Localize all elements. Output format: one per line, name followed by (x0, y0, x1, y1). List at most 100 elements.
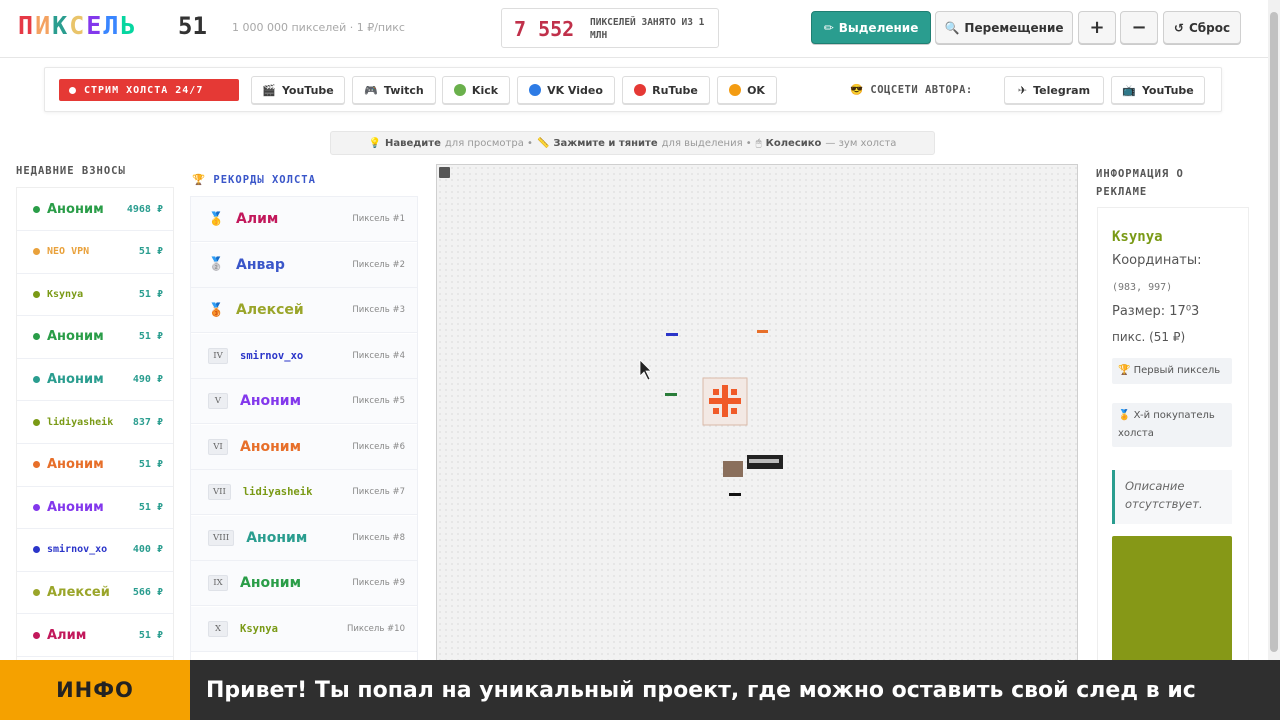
author-socials-label: 😎 СОЦСЕТИ АВТОРА: (850, 83, 973, 96)
record-row[interactable]: 🥈 Анвар Пиксель #2 (191, 242, 417, 288)
recent-donation-row[interactable]: smirnov_xo 400 ₽ (17, 529, 173, 572)
live-dot-icon (69, 86, 76, 94)
zoom-out-button[interactable]: − (1120, 11, 1158, 44)
donation-amount: 51 ₽ (138, 501, 163, 513)
face-icon: 😎 (850, 84, 864, 96)
logo-letter: Ь (120, 11, 138, 40)
reset-label: Сброс (1188, 20, 1231, 35)
record-name: Аноним (240, 438, 302, 455)
record-row[interactable]: VIII Аноним Пиксель #8 (191, 515, 417, 561)
record-name: Алексей (236, 302, 304, 318)
logo-letter: Л (103, 11, 121, 40)
donor-name: Аноним (47, 329, 104, 345)
ad-size-label: Размер: 17⁰3 (1112, 304, 1200, 319)
recent-title: НЕДАВНИЕ ВЗНОСЫ (16, 165, 126, 177)
scrollbar-thumb[interactable] (1270, 12, 1278, 652)
donation-amount: 837 ₽ (132, 416, 163, 428)
stream-kick-label: Kick (471, 83, 499, 97)
stream-kick-button[interactable]: Kick (442, 76, 510, 104)
donation-amount: 51 ₽ (138, 629, 163, 641)
donor-dot-icon (33, 588, 40, 596)
pixel-art-photo (723, 461, 743, 477)
move-tool-label: Перемещение (964, 20, 1064, 35)
pixel-art-text-light (749, 459, 779, 463)
stream-youtube-button[interactable]: 🎬 YouTube (251, 76, 345, 104)
canvas-pixels (639, 330, 783, 496)
record-pixel-label: Пиксель #1 (352, 214, 405, 224)
trophy-icon: 🏆 (192, 174, 207, 186)
reset-button[interactable]: ↺ Сброс (1163, 11, 1241, 44)
donor-name: Аноним (47, 371, 104, 387)
donor-dot-icon (33, 375, 40, 383)
logo-letter: И (35, 11, 53, 40)
bulb-icon: 💡 (368, 137, 381, 149)
buyer-badge: 🏅 X-й покупатель холста (1112, 403, 1232, 447)
logo[interactable]: ПИКСЕЛЬ (18, 11, 137, 40)
recent-donation-row[interactable]: NEO VPN 51 ₽ (17, 231, 173, 274)
record-row[interactable]: VI Аноним Пиксель #6 (191, 424, 417, 470)
donor-name: Алим (47, 627, 87, 643)
hint-wheel-bold: Колесико (765, 137, 822, 149)
record-name: Алим (236, 211, 279, 227)
recent-donation-row[interactable]: Аноним 51 ₽ (17, 316, 173, 359)
live-stream-button[interactable]: СТРИМ ХОЛСТА 24/7 (59, 79, 239, 101)
record-row[interactable]: V Аноним Пиксель #5 (191, 379, 417, 424)
stream-rutube-button[interactable]: RuTube (622, 76, 710, 104)
author-socials-text: СОЦСЕТИ АВТОРА: (870, 84, 973, 96)
record-row[interactable]: IX Аноним Пиксель #9 (191, 561, 417, 606)
kick-dot-icon (453, 84, 466, 96)
recent-donation-row[interactable]: Аноним 4968 ₽ (17, 188, 173, 231)
zoom-in-button[interactable]: + (1078, 11, 1116, 44)
donor-dot-icon (33, 546, 40, 554)
stream-rutube-label: RuTube (652, 83, 698, 97)
donation-amount: 51 ₽ (138, 288, 163, 300)
stream-twitch-button[interactable]: 🎮 Twitch (352, 76, 436, 104)
cursor-icon (639, 359, 652, 381)
donation-amount: 566 ₽ (132, 586, 163, 598)
ad-size-value: пикс. (51 ₽) (1112, 330, 1186, 344)
hint-drag-text: для выделения • (661, 137, 752, 149)
record-rank: V (208, 393, 228, 409)
recent-donation-row[interactable]: Аноним 51 ₽ (17, 486, 173, 530)
record-row[interactable]: 🥇 Алим Пиксель #1 (191, 197, 417, 242)
record-rank: VII (208, 484, 231, 500)
stream-ok-button[interactable]: OK (717, 76, 777, 104)
stream-vk-button[interactable]: VK Video (517, 76, 615, 104)
author-youtube-button[interactable]: 📺 YouTube (1111, 76, 1205, 104)
live-stream-label: СТРИМ ХОЛСТА 24/7 (84, 84, 204, 96)
select-tool-button[interactable]: ✏ Выделение (811, 11, 931, 44)
logo-letter: П (18, 11, 36, 40)
record-rank: VI (208, 438, 228, 455)
ad-coords-label: Координаты: (1112, 253, 1202, 268)
streams-bar: СТРИМ ХОЛСТА 24/7 🎬 YouTube 🎮 Twitch Kic… (44, 67, 1222, 112)
recent-donation-row[interactable]: Алим 51 ₽ (17, 614, 173, 657)
pixel-art-asterisk (709, 385, 741, 417)
author-youtube-label: YouTube (1141, 83, 1194, 97)
page-scrollbar[interactable] (1268, 0, 1280, 660)
donor-name: Аноним (47, 201, 104, 217)
donor-dot-icon (33, 205, 40, 213)
record-row[interactable]: 🥉 Алексей Пиксель #3 (191, 288, 417, 333)
stream-twitch-label: Twitch (383, 83, 424, 97)
recent-donation-row[interactable]: lidiyasheik 837 ₽ (17, 401, 173, 444)
recent-donation-row[interactable]: Алексей 566 ₽ (17, 571, 173, 615)
header: ПИКСЕЛЬ 51 1 000 000 пикселей · 1 ₽/пикс… (0, 0, 1280, 58)
pixel-mark-blue (666, 333, 678, 336)
recent-donation-row[interactable]: Ksynya 51 ₽ (17, 273, 173, 317)
records-list: 🥇 Алим Пиксель #1 🥈 Анвар Пиксель #2 🥉 Алексей П… (190, 196, 418, 666)
move-tool-button[interactable]: 🔍 Перемещение (935, 11, 1073, 44)
search-icon: 🔍 (944, 20, 960, 35)
recent-donation-row[interactable]: Аноним 490 ₽ (17, 358, 173, 402)
record-row[interactable]: VII lidiyasheik Пиксель #7 (191, 470, 417, 515)
record-row[interactable]: IV smirnov_xo Пиксель #4 (191, 333, 417, 379)
ad-info-panel: Ksynya Координаты: (983, 997) Размер: 17… (1097, 207, 1249, 668)
author-telegram-button[interactable]: ✈ Telegram (1004, 76, 1104, 104)
hint-hover-bold: Наведите (385, 137, 441, 149)
ad-description: Описание отсутствует. (1112, 470, 1232, 524)
donation-amount: 4968 ₽ (126, 203, 163, 215)
record-pixel-label: Пиксель #8 (352, 532, 405, 543)
recent-donation-row[interactable]: Аноним 51 ₽ (17, 444, 173, 487)
first-pixel-badge: 🏆 Первый пиксель (1112, 358, 1232, 384)
pixel-canvas[interactable] (436, 164, 1078, 664)
record-row[interactable]: X Ksynya Пиксель #10 (191, 606, 417, 652)
